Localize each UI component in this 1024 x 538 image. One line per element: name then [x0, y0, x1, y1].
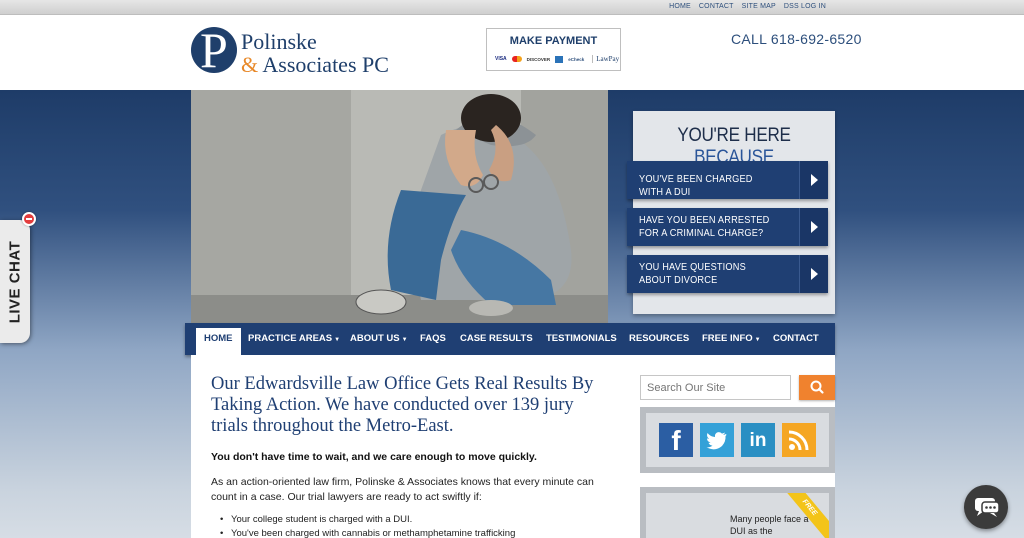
lead-text: You don't have time to wait, and we care…	[211, 451, 537, 463]
chat-launcher-button[interactable]	[964, 485, 1008, 529]
call-phone-number[interactable]: CALL 618-692-6520	[731, 31, 862, 47]
search-input[interactable]	[640, 375, 791, 400]
live-chat-label: LIVE CHAT	[6, 240, 24, 324]
logo-line-2[interactable]: & Associates PC	[241, 52, 389, 78]
nav-label: TESTIMONIALS	[546, 333, 617, 344]
nav-resources[interactable]: RESOURCES	[629, 323, 689, 355]
chevron-right-icon	[799, 255, 828, 293]
nav-label: ABOUT US	[350, 333, 400, 344]
nav-label: FAQS	[420, 333, 446, 344]
nav-about-us[interactable]: ABOUT US ▼	[350, 323, 408, 355]
live-chat-tab[interactable]: LIVE CHAT	[0, 220, 30, 343]
because-item-criminal[interactable]: HAVE YOU BEEN ARRESTED FOR A CRIMINAL CH…	[627, 208, 828, 246]
nav-home[interactable]: HOME	[196, 328, 241, 355]
nav-label: CASE RESULTS	[460, 333, 533, 344]
nav-label: RESOURCES	[629, 333, 690, 344]
visa-icon: VISA	[495, 56, 507, 62]
chevron-right-icon	[799, 161, 828, 199]
because-title-main: YOU'RE HERE	[677, 125, 791, 146]
caret-down-icon: ▼	[401, 337, 408, 343]
nav-label: FREE INFO	[702, 333, 753, 344]
discover-icon: DISCOVER	[526, 56, 551, 62]
because-item-label: YOU'VE BEEN CHARGED WITH A DUI	[639, 174, 753, 198]
rss-feed-icon	[788, 430, 809, 451]
because-item-label: HAVE YOU BEEN ARRESTED FOR A CRIMINAL CH…	[639, 215, 770, 239]
nav-practice-areas[interactable]: PRACTICE AREAS ▼	[248, 323, 340, 355]
logo-mark[interactable]: P	[191, 27, 237, 73]
hero-illustration	[191, 90, 608, 323]
search-button[interactable]	[799, 375, 835, 400]
logo-ampersand: &	[241, 52, 259, 77]
free-offer-box[interactable]: FREE Many people face a DUI as the	[640, 487, 835, 538]
minimize-icon[interactable]	[22, 212, 36, 226]
nav-label: HOME	[204, 333, 233, 344]
nav-faqs[interactable]: FAQS	[420, 323, 446, 355]
twitter-bird-icon	[706, 432, 727, 450]
twitter-icon[interactable]	[700, 423, 734, 457]
hero-image	[191, 90, 608, 323]
facebook-icon[interactable]: f	[659, 423, 693, 457]
amex-icon	[555, 55, 564, 63]
intro-paragraph: As an action-oriented law firm, Polinske…	[211, 476, 594, 503]
main-content: Our Edwardsville Law Office Gets Real Re…	[191, 355, 628, 538]
top-link-home[interactable]: HOME	[669, 3, 691, 10]
payment-card-logos: VISA DISCOVER eCheck LawPay	[493, 55, 619, 63]
top-link-site-map[interactable]: SITE MAP	[742, 3, 776, 10]
caret-down-icon: ▼	[334, 337, 341, 343]
nav-free-info[interactable]: FREE INFO ▼	[702, 323, 761, 355]
caret-down-icon: ▼	[754, 337, 761, 343]
top-link-contact[interactable]: CONTACT	[699, 3, 734, 10]
because-item-dui[interactable]: YOU'VE BEEN CHARGED WITH A DUI	[627, 161, 828, 199]
search-icon	[810, 380, 824, 394]
sidebar: f in FREE Many people face a DUI as the	[628, 355, 835, 538]
chevron-right-icon	[799, 208, 828, 246]
youre-here-because-panel: YOU'RE HERE BECAUSE YOU'VE BEEN CHARGED …	[627, 111, 835, 314]
social-links-box: f in	[640, 407, 835, 473]
mastercard-icon	[511, 56, 522, 62]
lawpay-logo: LawPay	[592, 55, 619, 63]
nav-testimonials[interactable]: TESTIMONIALS	[546, 323, 617, 355]
logo-letter: P	[200, 27, 228, 73]
linkedin-icon[interactable]: in	[741, 423, 775, 457]
nav-case-results[interactable]: CASE RESULTS	[460, 323, 533, 355]
page-headline: Our Edwardsville Law Office Gets Real Re…	[211, 374, 594, 436]
reasons-list: Your college student is charged with a D…	[220, 513, 515, 538]
nav-contact[interactable]: CONTACT	[773, 323, 819, 355]
echeck-icon: eCheck	[568, 56, 585, 62]
logo-line-2-text: Associates PC	[262, 52, 389, 77]
chat-bubble-icon	[975, 498, 1000, 517]
nav-label: CONTACT	[773, 333, 819, 344]
top-utility-bar: HOME CONTACT SITE MAP DSS LOG IN	[0, 0, 1024, 15]
site-header: P Polinske & Associates PC MAKE PAYMENT …	[0, 15, 1024, 90]
free-offer-text: Many people face a DUI as the	[730, 514, 809, 536]
because-item-divorce[interactable]: YOU HAVE QUESTIONS ABOUT DIVORCE	[627, 255, 828, 293]
make-payment-label: MAKE PAYMENT	[509, 35, 598, 47]
because-item-label: YOU HAVE QUESTIONS ABOUT DIVORCE	[639, 262, 746, 286]
list-item: Your college student is charged with a D…	[220, 513, 515, 527]
top-link-dss-login[interactable]: DSS LOG IN	[784, 3, 826, 10]
nav-label: PRACTICE AREAS	[248, 333, 333, 344]
rss-icon[interactable]	[782, 423, 816, 457]
top-links: HOME CONTACT SITE MAP DSS LOG IN	[669, 3, 826, 10]
make-payment-button[interactable]: MAKE PAYMENT VISA DISCOVER eCheck LawPay	[486, 28, 621, 71]
list-item: You've been charged with cannabis or met…	[220, 527, 515, 538]
main-nav: HOME PRACTICE AREAS ▼ ABOUT US ▼ FAQS CASE…	[185, 323, 835, 355]
